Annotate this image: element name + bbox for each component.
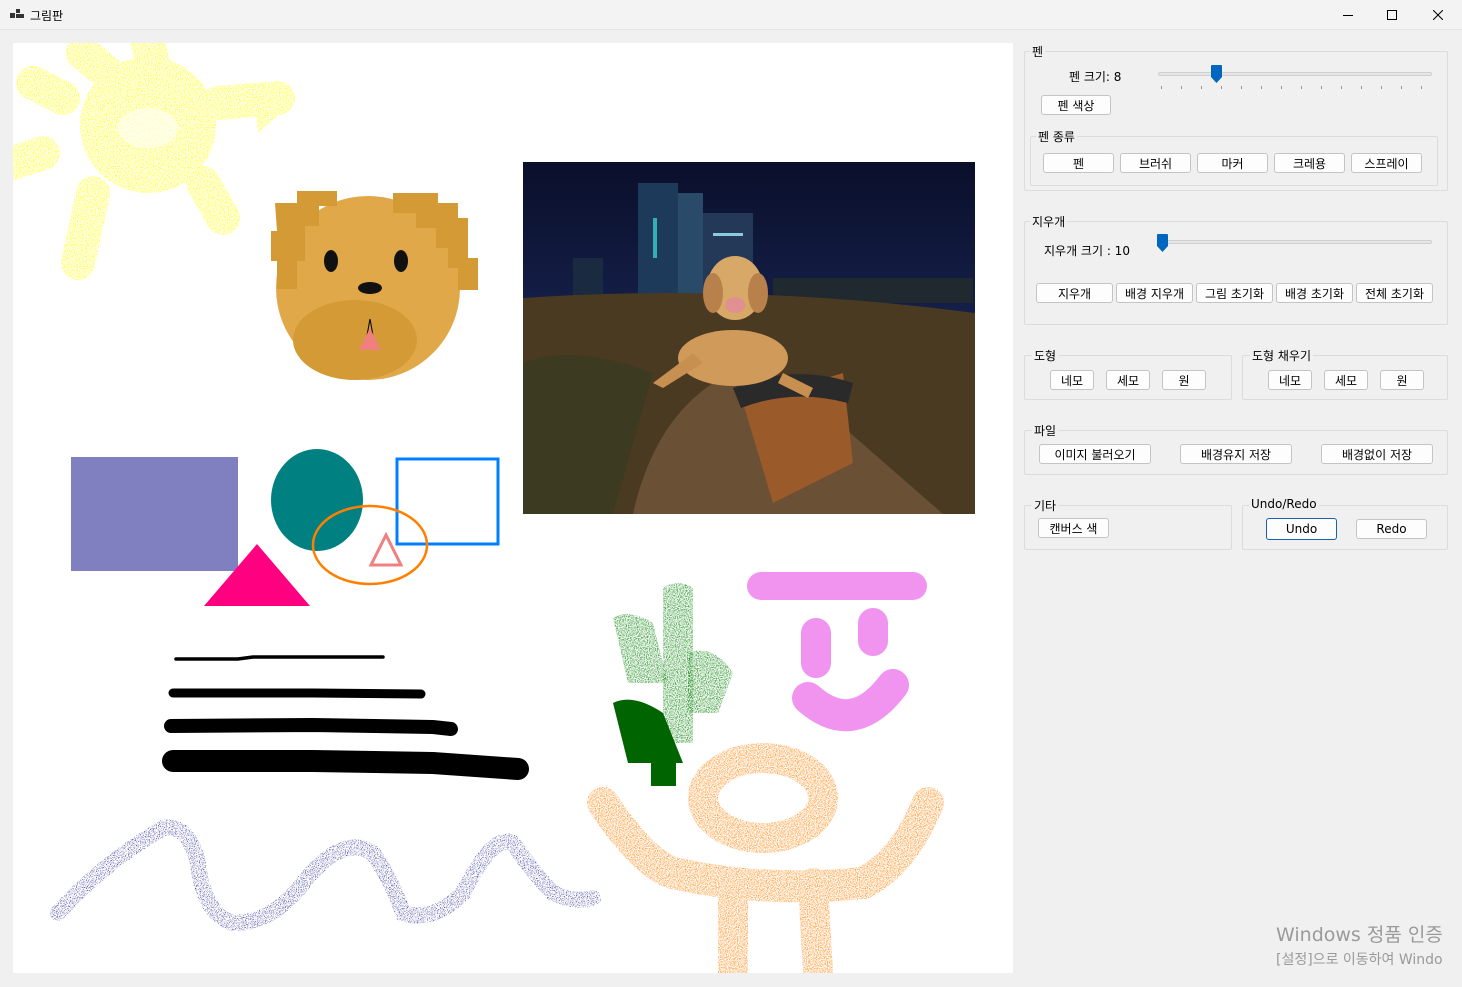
background-eraser-button[interactable]: 배경 지우개 [1116, 283, 1193, 303]
shape-triangle-button[interactable]: 세모 [1106, 370, 1150, 390]
dog-photo-image [523, 162, 975, 514]
shape-circle-button[interactable]: 원 [1162, 370, 1206, 390]
minimize-icon [1343, 15, 1353, 16]
eraser-size-label: 지우개 크기 : 10 [1044, 244, 1130, 258]
clear-drawing-button[interactable]: 그림 초기화 [1196, 283, 1273, 303]
filled-rectangle-shape [71, 457, 238, 571]
pen-size-slider-ticks [1161, 86, 1422, 89]
misc-group-label: 기타 [1032, 497, 1059, 514]
watermark-line1: Windows 정품 인증 [1276, 924, 1443, 946]
pink-smile-drawing [747, 572, 927, 732]
pen-type-crayon-button[interactable]: 크레용 [1274, 153, 1345, 173]
windows-activation-watermark: Windows 정품 인증 [설정]으로 이동하여 Windo [1276, 920, 1443, 969]
canvas-color-button[interactable]: 캔버스 색 [1038, 518, 1109, 538]
file-group-label: 파일 [1032, 422, 1059, 439]
save-with-background-button[interactable]: 배경유지 저장 [1180, 444, 1292, 464]
eraser-size-slider-track[interactable] [1158, 240, 1432, 244]
shape-rectangle-button[interactable]: 네모 [1050, 370, 1094, 390]
sun-center [118, 108, 178, 148]
shape-fill-group-label: 도형 채우기 [1250, 347, 1314, 364]
maximize-button[interactable] [1369, 0, 1415, 30]
pen-color-button[interactable]: 펜 색상 [1041, 95, 1111, 115]
fill-rectangle-button[interactable]: 네모 [1268, 370, 1312, 390]
eraser-button[interactable]: 지우개 [1036, 283, 1113, 303]
window-title: 그림판 [30, 9, 64, 23]
load-image-button[interactable]: 이미지 불러오기 [1039, 444, 1151, 464]
redo-button[interactable]: Redo [1356, 519, 1427, 539]
watermark-line2: [설정]으로 이동하여 Windo [1276, 952, 1443, 968]
eraser-size-slider-thumb[interactable] [1157, 234, 1168, 252]
title-bar: 그림판 [0, 0, 1462, 30]
control-panel: 펜 펜 크기: 8 펜 색상 펜 종류 펜 브러쉬 마커 크레용 스프레이 지우… [1016, 35, 1462, 985]
pen-type-brush-button[interactable]: 브러쉬 [1120, 153, 1191, 173]
close-icon [1433, 10, 1443, 20]
blue-spray-wave-drawing [50, 819, 601, 932]
pen-type-spray-button[interactable]: 스프레이 [1351, 153, 1422, 173]
minimize-button[interactable] [1325, 0, 1371, 30]
pen-size-slider-track[interactable] [1158, 72, 1432, 76]
pen-size-slider-thumb[interactable] [1211, 65, 1222, 83]
pen-size-label: 펜 크기: 8 [1069, 70, 1122, 84]
shape-group-label: 도형 [1032, 347, 1059, 364]
clear-background-button[interactable]: 배경 초기화 [1276, 283, 1353, 303]
close-button[interactable] [1415, 0, 1461, 30]
dog-face-drawing [271, 191, 478, 380]
fill-circle-button[interactable]: 원 [1380, 370, 1424, 390]
eraser-group [1024, 221, 1448, 325]
pen-type-group-label: 펜 종류 [1036, 128, 1077, 145]
app-icon [10, 9, 24, 21]
pen-type-marker-button[interactable]: 마커 [1197, 153, 1268, 173]
fill-triangle-button[interactable]: 세모 [1324, 370, 1368, 390]
orange-figure-drawing [587, 743, 944, 973]
pen-group-label: 펜 [1030, 43, 1046, 60]
sun-drawing [13, 43, 295, 280]
pen-strokes-drawing [162, 655, 529, 780]
undo-button[interactable]: Undo [1266, 518, 1337, 540]
save-without-background-button[interactable]: 배경없이 저장 [1321, 444, 1433, 464]
eraser-group-label: 지우개 [1030, 213, 1068, 230]
maximize-icon [1387, 10, 1397, 20]
pen-type-pen-button[interactable]: 펜 [1043, 153, 1114, 173]
drawing-canvas[interactable] [13, 43, 1013, 973]
undo-redo-group-label: Undo/Redo [1249, 497, 1319, 511]
filled-circle-shape [271, 449, 363, 551]
clear-all-button[interactable]: 전체 초기화 [1356, 283, 1433, 303]
outline-rectangle-shape [395, 457, 500, 546]
